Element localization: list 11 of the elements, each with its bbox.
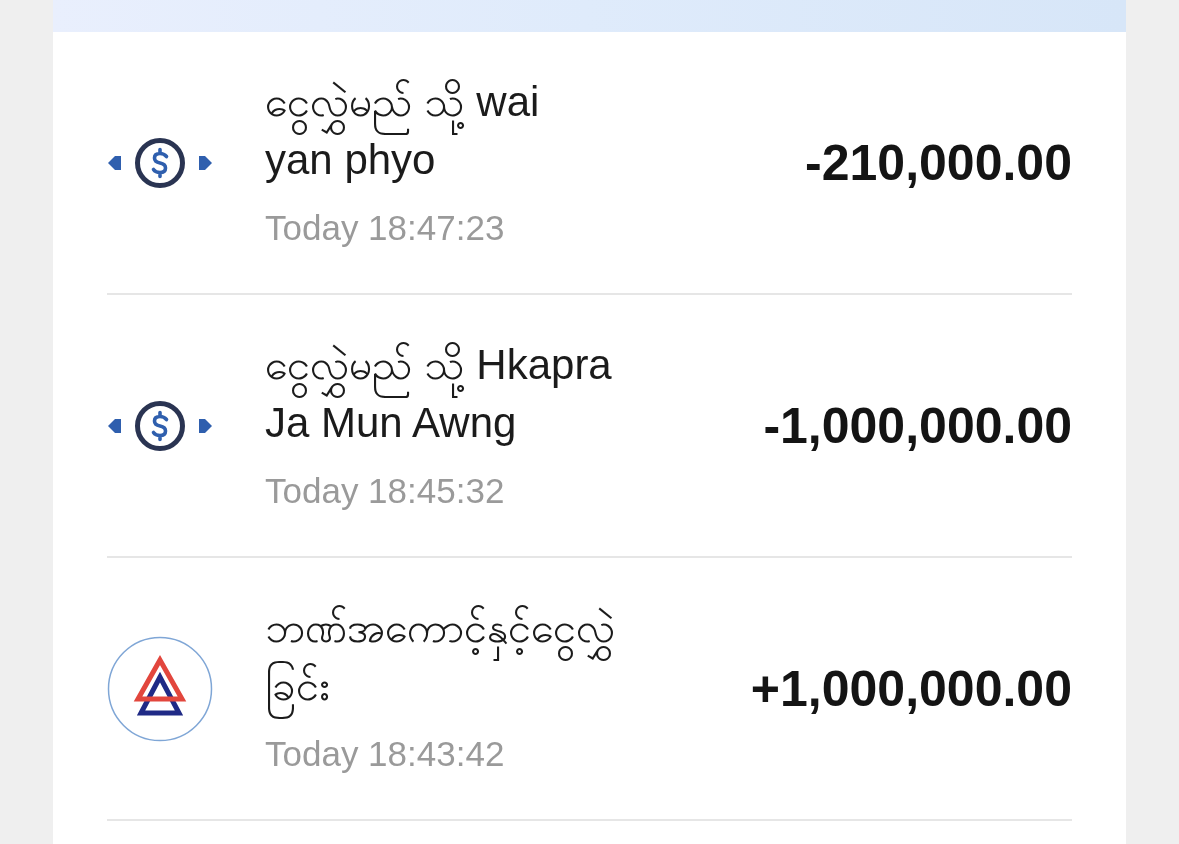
transaction-time: Today 18:45:32 — [265, 470, 506, 512]
transaction-title: ငွေလွှဲမည် သို့ wai yan phyo — [265, 77, 541, 185]
transaction-time: Today 18:43:42 — [265, 733, 506, 775]
transaction-amount: -210,000.00 — [805, 133, 1072, 193]
transaction-title: ငွေလွှဲမည် သို့ Hkapra Ja Mun Awng — [265, 340, 613, 448]
transaction-time: Today 18:47:23 — [265, 207, 506, 249]
triangle-logo-icon — [107, 635, 213, 742]
transaction-amount: -1,000,000.00 — [763, 396, 1072, 456]
dollar-arrows-icon — [107, 136, 213, 189]
transaction-amount: +1,000,000.00 — [750, 659, 1072, 719]
dollar-arrows-icon — [107, 399, 213, 452]
